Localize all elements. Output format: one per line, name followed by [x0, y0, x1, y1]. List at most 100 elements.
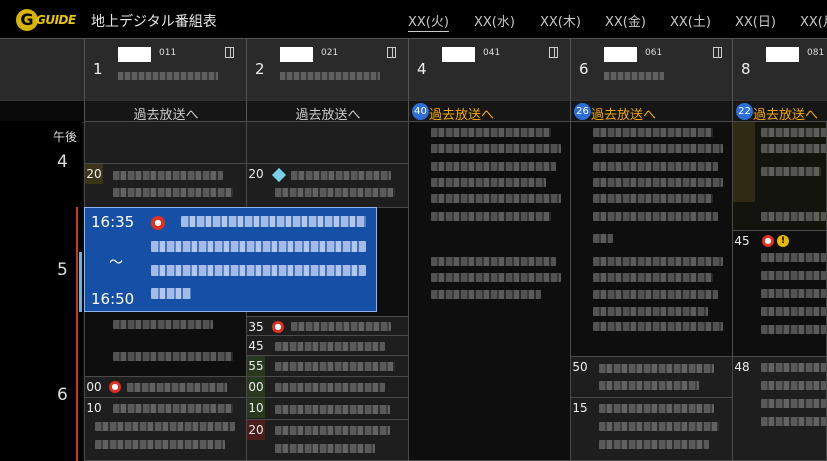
start-minute: 55 — [247, 356, 265, 376]
program-title-blurred — [593, 234, 613, 243]
past-broadcast-ch1[interactable]: 過去放送へ — [84, 100, 247, 123]
program-cell[interactable] — [84, 121, 247, 164]
day-tab-2[interactable]: XX(木) — [540, 11, 581, 30]
program-cell[interactable] — [570, 121, 733, 357]
start-minute: 20 — [247, 420, 265, 440]
channel-detail-icon[interactable] — [225, 47, 234, 58]
current-time-line — [76, 207, 78, 461]
program-cell[interactable] — [408, 121, 571, 461]
program-title-blurred — [761, 271, 826, 280]
start-minute: 45 — [734, 234, 750, 248]
time-range-tilde: 〜 — [109, 255, 123, 271]
start-minute: 10 — [247, 398, 265, 418]
day-tab-5[interactable]: XX(日) — [735, 11, 776, 30]
past-count-badge: 26 — [574, 103, 591, 120]
program-title-blurred — [95, 440, 225, 449]
selected-end-time: 16:50 — [91, 290, 135, 308]
program-title-blurred — [113, 404, 233, 413]
program-title-blurred — [113, 188, 233, 197]
program-title-blurred — [593, 162, 718, 171]
program-cell[interactable]: 10 — [84, 397, 247, 461]
channel-number: 8 — [741, 60, 751, 78]
program-cell[interactable] — [732, 121, 827, 231]
channel-logo — [604, 47, 637, 62]
past-broadcast-ch6[interactable]: 26 過去放送へ — [570, 100, 733, 123]
program-title-blurred — [275, 405, 390, 414]
program-title-blurred — [431, 178, 546, 187]
start-minute: 00 — [247, 377, 265, 397]
day-tab-1[interactable]: XX(水) — [474, 11, 515, 30]
warning-icon: ! — [777, 235, 789, 247]
start-minute: 35 — [247, 317, 265, 335]
program-cell[interactable]: 00 ● — [84, 376, 247, 398]
program-title-blurred — [761, 253, 826, 262]
start-minute: 20 — [85, 164, 103, 184]
past-broadcast-ch4[interactable]: 40 過去放送へ — [408, 100, 571, 123]
channel-detail-icon[interactable] — [713, 47, 722, 58]
channel-header-4[interactable]: 4 041 — [408, 38, 571, 100]
past-broadcast-ch2[interactable]: 過去放送へ — [246, 100, 409, 123]
start-minute: 15 — [571, 398, 589, 418]
program-cell[interactable]: 20 — [246, 163, 409, 208]
channel-logo — [280, 47, 313, 62]
program-title-blurred — [593, 212, 718, 221]
program-title-blurred — [113, 352, 233, 361]
past-row-spacer — [0, 100, 84, 123]
channel-header-6[interactable]: 6 061 — [570, 38, 733, 100]
program-cell[interactable]: 45 ● ! — [732, 230, 827, 357]
selected-program[interactable]: 16:35 ● 〜 16:50 — [84, 207, 377, 312]
program-cell[interactable]: 15 — [570, 397, 733, 461]
program-cell[interactable] — [246, 121, 409, 164]
channel-name-blurred — [118, 72, 218, 80]
program-title-blurred — [593, 128, 713, 137]
program-cell[interactable]: 20 — [246, 419, 409, 461]
alarm-icon: ● — [272, 321, 284, 333]
program-cell[interactable]: 45 — [246, 335, 409, 356]
day-tab-6[interactable]: XX(月) — [800, 11, 827, 30]
program-cell[interactable]: 10 — [246, 397, 409, 420]
program-title-blurred — [431, 128, 551, 137]
alarm-icon: ● — [109, 381, 121, 393]
app-title: 地上デジタル番組表 — [91, 14, 217, 30]
start-minute: 00 — [85, 377, 103, 397]
program-title-blurred — [275, 188, 395, 197]
day-tab-3[interactable]: XX(金) — [605, 11, 646, 30]
program-cell[interactable]: 00 — [246, 376, 409, 398]
day-tab-0[interactable]: XX(火) — [408, 11, 449, 30]
channel-number: 2 — [255, 60, 265, 78]
day-tab-4[interactable]: XX(土) — [670, 11, 711, 30]
past-broadcast-ch8[interactable]: 22 過去放送へ — [732, 100, 827, 123]
channel-code: 041 — [483, 48, 501, 58]
program-cell[interactable]: 50 — [570, 356, 733, 398]
program-cell[interactable]: 55 — [246, 355, 409, 377]
channel-code: 021 — [321, 48, 339, 58]
program-title-blurred — [599, 381, 699, 390]
gguide-logo-letter: G — [16, 9, 38, 31]
program-title-blurred — [431, 144, 561, 153]
start-minute: 10 — [85, 398, 103, 418]
channel-logo — [118, 47, 151, 62]
gguide-logo: G GUIDE — [16, 9, 78, 31]
channel-detail-icon[interactable] — [549, 47, 558, 58]
program-title-blurred — [593, 144, 723, 153]
program-cell[interactable]: 35 ● — [246, 316, 409, 336]
program-title-blurred — [761, 307, 826, 316]
channel-number: 6 — [579, 60, 589, 78]
program-cell[interactable]: 48 — [732, 356, 827, 461]
program-title-blurred — [275, 444, 375, 453]
program-title-blurred — [151, 288, 191, 299]
channel-header-8[interactable]: 8 081 — [732, 38, 827, 100]
program-title-blurred — [761, 381, 826, 390]
program-title-blurred — [431, 257, 556, 266]
channel-detail-icon[interactable] — [387, 47, 396, 58]
program-title-blurred — [275, 426, 390, 435]
time-column — [0, 121, 82, 461]
past-count-badge: 40 — [412, 103, 429, 120]
channel-header-2[interactable]: 2 021 — [246, 38, 409, 100]
channel-header-1[interactable]: 1 011 — [84, 38, 247, 100]
program-cell[interactable]: 20 — [84, 163, 247, 208]
program-title-blurred — [113, 320, 213, 329]
program-cell[interactable] — [84, 311, 247, 377]
program-title-blurred — [761, 399, 826, 408]
program-title-blurred — [593, 290, 718, 299]
